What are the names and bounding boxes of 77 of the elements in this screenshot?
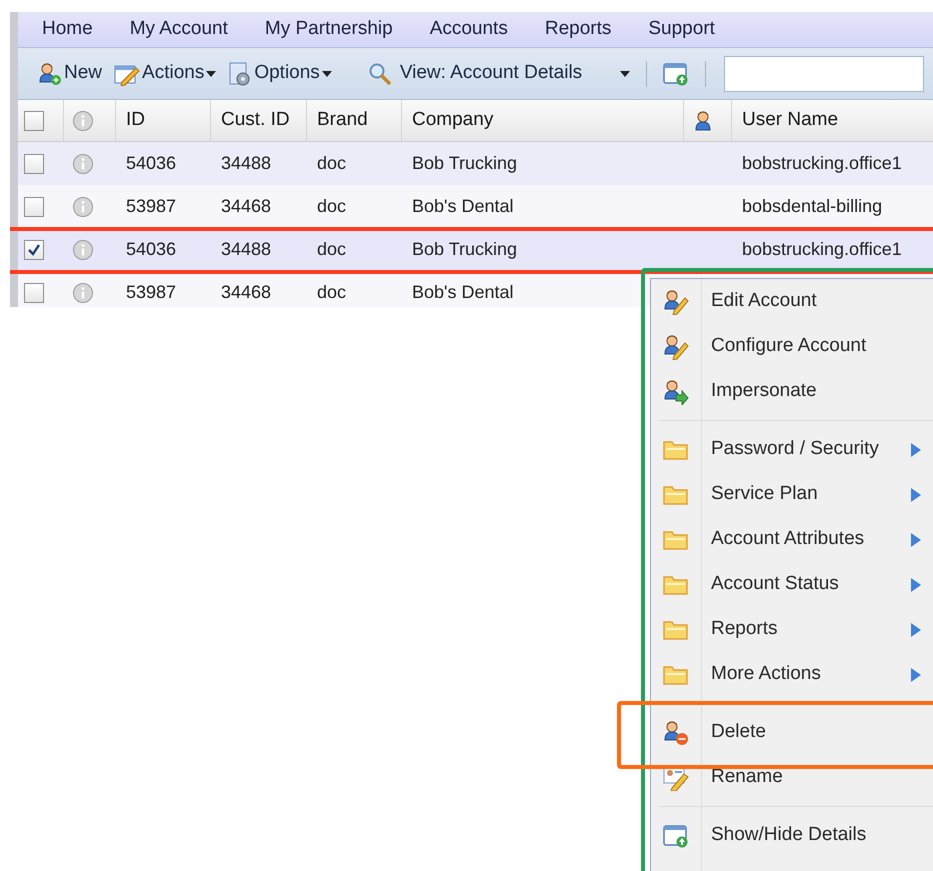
menu-item[interactable]: Reports bbox=[544, 15, 612, 44]
user-arrow-icon bbox=[663, 378, 689, 404]
menu-item[interactable]: Service Plan bbox=[651, 472, 933, 517]
menu-item[interactable]: My Account bbox=[130, 15, 228, 44]
column-header[interactable]: User Name bbox=[732, 100, 933, 141]
table-row[interactable]: 54036 34488 doc Bob Trucking bobstrucking.office1 bbox=[18, 142, 933, 185]
check-icon bbox=[27, 242, 41, 256]
checkbox[interactable] bbox=[24, 110, 44, 130]
menu-item[interactable]: Impersonate bbox=[651, 369, 933, 414]
info-icon bbox=[72, 152, 94, 174]
actions-button[interactable]: Actions bbox=[110, 59, 220, 88]
table-cell-text: Bob's Dental bbox=[412, 281, 514, 304]
table-cell-text: Bob Trucking bbox=[412, 238, 518, 261]
folder-icon bbox=[663, 484, 689, 506]
edit-user-icon bbox=[663, 334, 689, 360]
settings-icon bbox=[228, 60, 252, 86]
table-cell-text: 54036 bbox=[126, 238, 176, 261]
menu-item[interactable]: Account Status bbox=[651, 562, 933, 607]
folder-icon bbox=[663, 528, 689, 550]
table-cell-text: doc bbox=[317, 281, 346, 304]
table-cell-text: bobstrucking.office1 bbox=[742, 238, 902, 261]
caret-icon bbox=[620, 70, 630, 76]
column-header[interactable]: Company bbox=[402, 100, 684, 141]
menu-item[interactable]: Delete bbox=[651, 710, 933, 755]
search-icon bbox=[368, 62, 392, 86]
table-cell-text: 34488 bbox=[221, 238, 272, 261]
table-cell-text: bobsdental-billing bbox=[742, 195, 882, 218]
view-dropdown[interactable]: View: Account Details bbox=[364, 59, 634, 88]
table-cell-text: 53987 bbox=[126, 281, 176, 304]
caret-icon bbox=[206, 70, 216, 76]
table-cell-text: 34488 bbox=[221, 152, 272, 175]
edit-user-icon bbox=[663, 288, 689, 314]
folder-icon bbox=[663, 618, 689, 640]
folder-icon bbox=[663, 574, 689, 596]
table-cell-text: 34468 bbox=[221, 281, 272, 304]
search-field[interactable] bbox=[724, 56, 924, 92]
table-cell-text: 53987 bbox=[126, 195, 176, 218]
options-button[interactable]: Options bbox=[224, 59, 336, 88]
menu-item[interactable]: Reports bbox=[651, 607, 933, 652]
delete-user-icon bbox=[663, 720, 689, 746]
column-header[interactable]: Brand bbox=[307, 100, 402, 141]
folder-icon bbox=[663, 664, 689, 686]
menu-item[interactable]: Rename bbox=[651, 755, 933, 800]
table-row[interactable]: 53987 34468 doc Bob's Dental bobsdental-billing bbox=[18, 185, 933, 228]
menu-item[interactable]: My Partnership bbox=[264, 15, 393, 44]
info-icon bbox=[72, 110, 94, 132]
folder-icon bbox=[663, 438, 689, 460]
table-cell-text: doc bbox=[317, 152, 346, 175]
menu-item[interactable]: More Actions bbox=[651, 652, 933, 697]
checkbox[interactable] bbox=[24, 196, 44, 216]
checkbox[interactable] bbox=[24, 282, 44, 302]
table-cell-text: 54036 bbox=[126, 152, 176, 175]
add-user-icon bbox=[38, 62, 62, 86]
menu-item[interactable]: Configure Account bbox=[651, 324, 933, 369]
info-icon bbox=[72, 238, 94, 260]
menu-item[interactable]: Show/Hide Details bbox=[651, 813, 933, 858]
table-cell-text: 34468 bbox=[221, 195, 272, 218]
menu-item[interactable]: Home bbox=[42, 15, 93, 44]
table-cell-text: Bob Trucking bbox=[412, 152, 518, 175]
column-header[interactable]: Cust. ID bbox=[211, 100, 307, 141]
menu-item[interactable]: Password / Security bbox=[651, 427, 933, 472]
column-header[interactable]: ID bbox=[116, 100, 211, 141]
window-icon bbox=[663, 824, 689, 848]
window-icon bbox=[663, 62, 690, 86]
table-cell-text: doc bbox=[317, 238, 346, 261]
checkbox[interactable] bbox=[24, 154, 44, 174]
menu-item[interactable]: Account Attributes bbox=[651, 517, 933, 562]
menu-item[interactable]: Accounts bbox=[430, 15, 508, 44]
menu-item[interactable]: Support bbox=[648, 15, 715, 44]
checkbox[interactable] bbox=[24, 240, 44, 260]
info-icon bbox=[72, 196, 94, 218]
new-button[interactable]: New bbox=[34, 59, 106, 88]
table-cell-text: bobstrucking.office1 bbox=[742, 152, 902, 175]
table-cell-text: doc bbox=[317, 195, 346, 218]
caret-icon bbox=[322, 70, 332, 76]
info-icon bbox=[72, 282, 94, 304]
table-cell-text: Bob's Dental bbox=[412, 195, 514, 218]
